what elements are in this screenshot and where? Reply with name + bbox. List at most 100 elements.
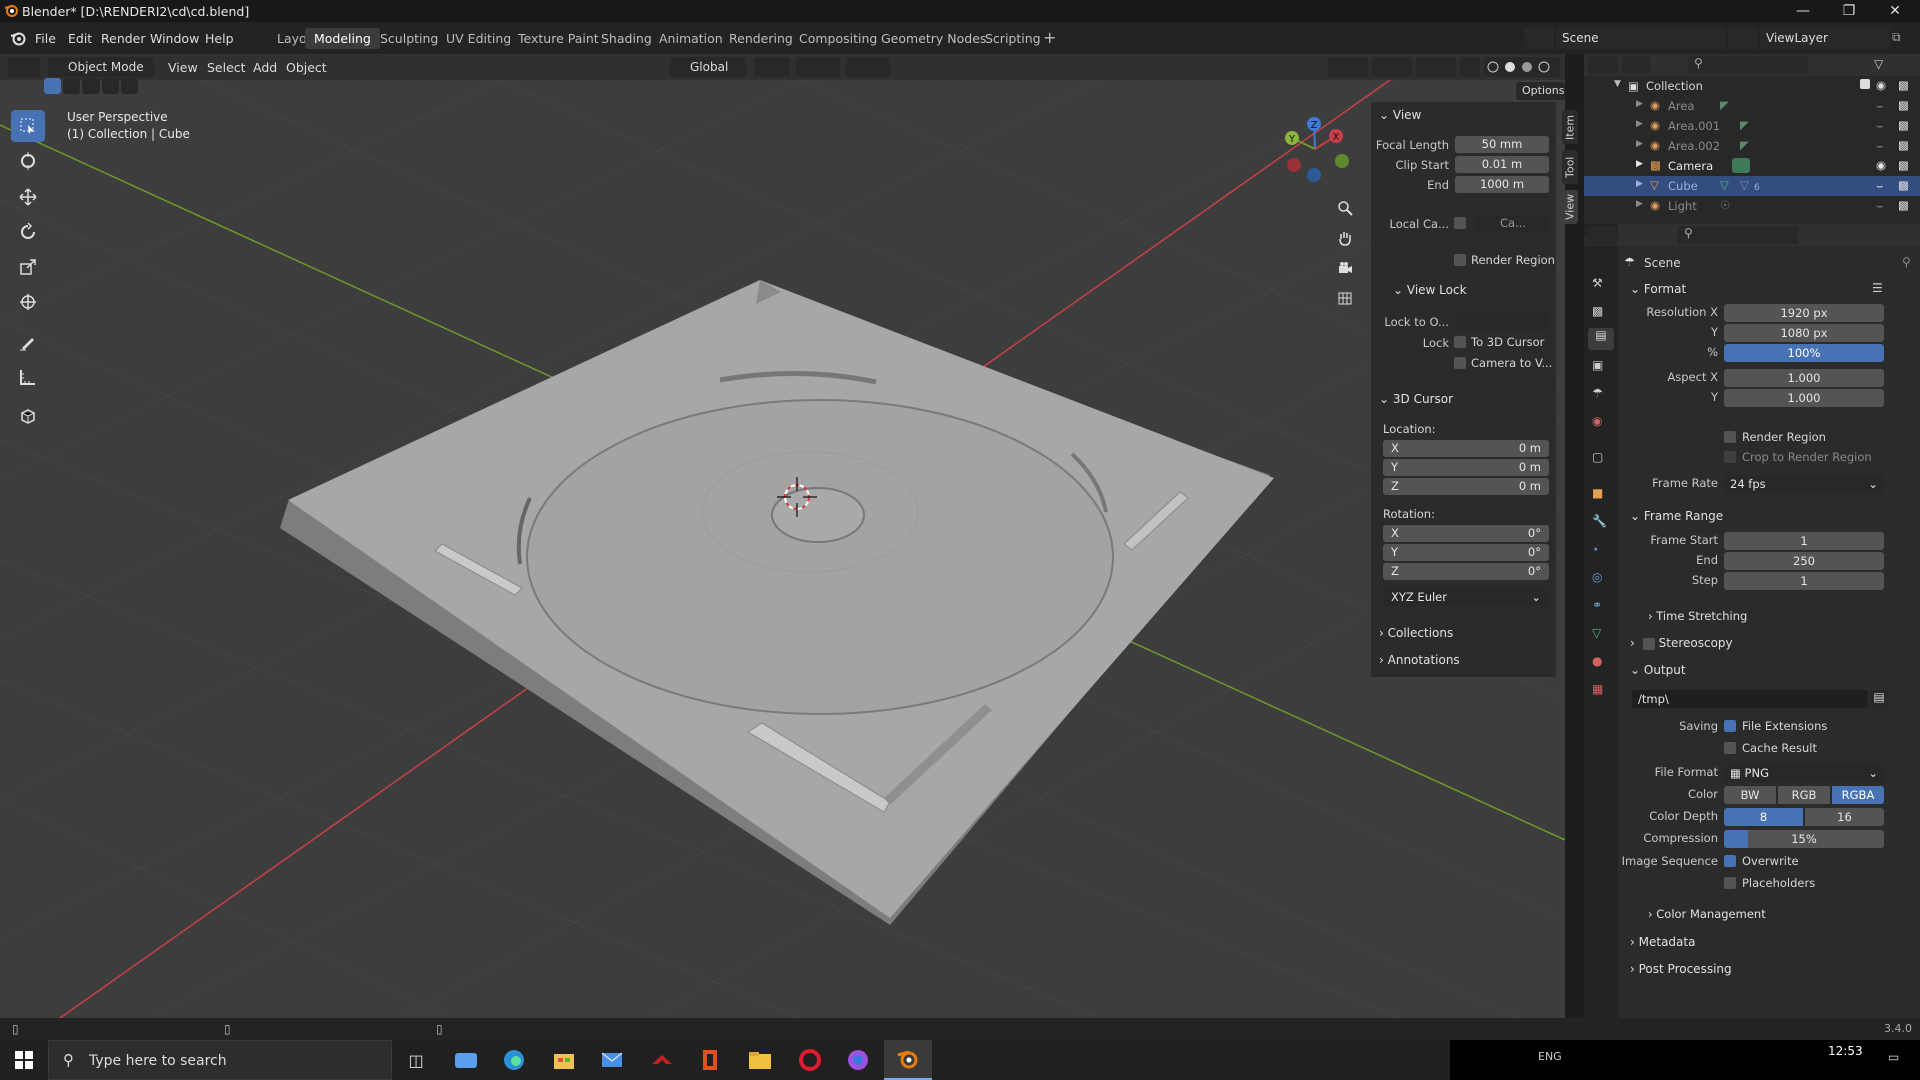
language-indicator[interactable]: ENG	[1538, 1050, 1562, 1063]
select-extend-icon[interactable]	[63, 78, 81, 94]
menu-file[interactable]: File	[35, 31, 56, 46]
camera-render-icon[interactable]: ▩	[1898, 178, 1909, 192]
camera-render-icon[interactable]: ▩	[1898, 118, 1909, 132]
outliner-row-collection[interactable]: ▼ ▣ Collection ◉ ▩	[1584, 76, 1920, 96]
menu-help[interactable]: Help	[205, 31, 234, 46]
maximize-button[interactable]: ❐	[1826, 0, 1872, 22]
select-invert-icon[interactable]	[101, 78, 119, 94]
visibility-icon[interactable]	[1328, 57, 1368, 77]
output-tab-icon[interactable]: ▤	[1588, 328, 1614, 350]
expand-icon[interactable]: ▶	[1636, 159, 1643, 169]
menu-add[interactable]: Add	[253, 60, 277, 75]
view-layer-tab-icon[interactable]: ▣	[1592, 358, 1603, 372]
post-processing-header[interactable]: › Post Processing	[1630, 962, 1732, 976]
cursor-rotation-y-field[interactable]: Y 0°	[1383, 544, 1549, 561]
aspect-x-field[interactable]: 1.000	[1724, 369, 1884, 387]
outliner-row-light[interactable]: ▶ ◉ Light ☉ ⌣ ▩	[1584, 196, 1920, 216]
scene-selector[interactable]: Scene	[1556, 27, 1726, 49]
render-region-checkbox[interactable]	[1454, 254, 1466, 266]
tab-tool[interactable]: Tool	[1562, 150, 1578, 184]
view-layer-selector[interactable]: ViewLayer	[1760, 27, 1890, 49]
eye-closed-icon[interactable]: ⌣	[1876, 98, 1884, 113]
minimize-button[interactable]: —	[1780, 0, 1826, 22]
pivot-icon[interactable]	[754, 57, 790, 77]
clip-end-field[interactable]: 1000 m	[1455, 176, 1549, 193]
app-red-icon[interactable]	[638, 1040, 686, 1080]
outliner-editor-icon[interactable]	[1588, 56, 1618, 74]
output-path-input[interactable]: /tmp\	[1632, 690, 1868, 708]
mail-icon[interactable]	[588, 1040, 636, 1080]
properties-editor-icon[interactable]	[1588, 226, 1618, 244]
rotate-tool-icon[interactable]	[11, 216, 45, 248]
cursor-location-z-field[interactable]: Z 0 m	[1383, 478, 1549, 495]
clip-start-field[interactable]: 0.01 m	[1455, 156, 1549, 173]
3d-cursor-header[interactable]: ⌄ 3D Cursor	[1379, 392, 1453, 406]
frame-rate-dropdown[interactable]: 24 fps ⌄	[1724, 475, 1884, 493]
color-rgb-button[interactable]: RGB	[1778, 786, 1830, 804]
task-view-icon[interactable]: ◫	[392, 1040, 440, 1080]
frame-step-field[interactable]: 1	[1724, 572, 1884, 590]
measure-tool-icon[interactable]	[11, 361, 45, 393]
local-camera-checkbox[interactable]	[1454, 217, 1466, 229]
expand-icon[interactable]: ▶	[1636, 119, 1643, 129]
xray-icon[interactable]	[1460, 57, 1480, 77]
filter-icon[interactable]: ▽	[1874, 57, 1883, 71]
color-management-header[interactable]: › Color Management	[1648, 907, 1766, 921]
add-workspace-icon[interactable]: +	[1043, 28, 1056, 47]
particles-tab-icon[interactable]: ⋆	[1592, 542, 1600, 556]
menu-view[interactable]: View	[168, 60, 198, 75]
camera-render-icon[interactable]: ▩	[1898, 98, 1909, 112]
notification-icon[interactable]: ▭	[1888, 1050, 1899, 1064]
outliner-row-area-001[interactable]: ▶ ◉ Area.001 ◤ ⌣ ▩	[1584, 116, 1920, 136]
taskbar-search-input[interactable]: ⚲ Type here to search	[48, 1040, 392, 1080]
overwrite-checkbox[interactable]	[1724, 855, 1736, 867]
outliner-row-camera[interactable]: ▶ ▩ Camera ◉ ▩	[1584, 156, 1920, 176]
outliner-row-area[interactable]: ▶ ◉ Area ◤ ⌣ ▩	[1584, 96, 1920, 116]
render-region-checkbox[interactable]	[1724, 431, 1736, 443]
office-icon[interactable]	[686, 1040, 734, 1080]
stereoscopy-header[interactable]: › Stereoscopy	[1630, 636, 1733, 650]
camera-view-icon[interactable]	[1330, 253, 1360, 283]
add-cube-tool-icon[interactable]	[11, 400, 45, 432]
eye-closed-icon[interactable]: ⌣	[1876, 198, 1884, 213]
cursor-location-y-field[interactable]: Y 0 m	[1383, 459, 1549, 476]
outliner-row-area-002[interactable]: ▶ ◉ Area.002 ◤ ⌣ ▩	[1584, 136, 1920, 156]
metadata-header[interactable]: › Metadata	[1630, 935, 1695, 949]
scene-type-icon[interactable]	[1524, 27, 1554, 49]
messenger-icon[interactable]	[834, 1040, 882, 1080]
ortho-grid-icon[interactable]	[1330, 283, 1360, 313]
pan-hand-icon[interactable]	[1330, 223, 1360, 253]
tab-scripting[interactable]: Scripting	[976, 28, 1050, 49]
new-view-layer-icon[interactable]: ⧉	[1892, 30, 1901, 45]
world-tab-icon[interactable]: ◉	[1592, 414, 1602, 428]
properties-search-input[interactable]: ⚲	[1678, 226, 1798, 244]
tab-sculpting[interactable]: Sculpting	[371, 28, 447, 49]
select-subtract-icon[interactable]	[82, 78, 100, 94]
frame-start-field[interactable]: 1	[1724, 532, 1884, 550]
expand-icon[interactable]: ▶	[1636, 199, 1643, 209]
pin-icon[interactable]: ⚲	[1902, 255, 1911, 269]
menu-edit[interactable]: Edit	[68, 31, 92, 46]
expand-icon[interactable]: ▶	[1636, 99, 1643, 109]
cursor-rotation-x-field[interactable]: X 0°	[1383, 525, 1549, 542]
overlay-toggle-icon[interactable]	[1416, 57, 1456, 77]
folder-icon[interactable]: ▤	[1870, 690, 1888, 708]
rotation-mode-dropdown[interactable]: XYZ Euler ⌄	[1383, 589, 1549, 606]
expand-icon[interactable]: ▶	[1636, 179, 1643, 189]
eye-closed-icon[interactable]: ⌣	[1876, 118, 1884, 133]
clock-time[interactable]: 12:53	[1828, 1044, 1863, 1058]
menu-select[interactable]: Select	[207, 60, 246, 75]
snap-icon[interactable]	[796, 57, 840, 77]
color-depth-8-button[interactable]: 8	[1724, 808, 1803, 826]
tab-view[interactable]: View	[1562, 190, 1578, 224]
camera-render-icon[interactable]: ▩	[1898, 158, 1909, 172]
select-new-icon[interactable]	[44, 78, 62, 94]
eye-closed-icon[interactable]: ⌣	[1876, 138, 1884, 153]
physics-tab-icon[interactable]: ◎	[1592, 570, 1602, 584]
constraints-tab-icon[interactable]: ⚭	[1592, 598, 1602, 612]
time-stretching-header[interactable]: › Time Stretching	[1648, 609, 1747, 623]
annotate-tool-icon[interactable]	[11, 326, 45, 358]
move-tool-icon[interactable]	[11, 181, 45, 213]
blender-menu-icon[interactable]	[10, 30, 26, 46]
material-tab-icon[interactable]: ●	[1592, 654, 1602, 668]
